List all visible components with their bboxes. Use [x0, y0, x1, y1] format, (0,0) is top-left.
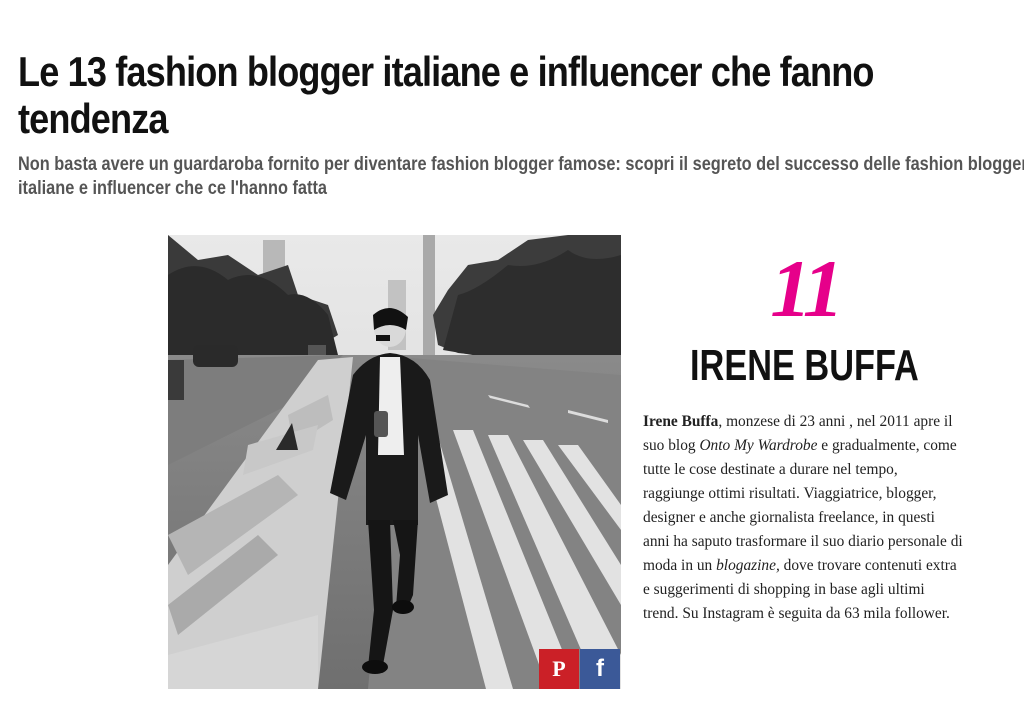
pinterest-icon: P: [552, 656, 566, 681]
bio-name: Irene Buffa: [643, 413, 719, 430]
blogger-photo[interactable]: [168, 235, 621, 689]
street-photo-illustration: [168, 235, 621, 689]
entry-number: 11: [770, 243, 843, 334]
entry-name: IRENE BUFFA: [690, 341, 919, 390]
article-subtitle: Non basta avere un guardaroba fornito pe…: [18, 154, 1024, 199]
facebook-share-button[interactable]: f: [580, 649, 620, 689]
facebook-icon: f: [596, 655, 604, 682]
entry-bio: Irene Buffa, monzese di 23 anni , nel 20…: [643, 410, 963, 626]
article-title: Le 13 fashion blogger italiane e influen…: [18, 48, 874, 142]
bio-blog-name: Onto My Wardrobe: [699, 437, 818, 454]
pinterest-share-button[interactable]: P: [539, 649, 579, 689]
bio-text-2: e gradualmente, come tutte le cose desti…: [643, 437, 963, 574]
bio-blogazine: blogazine,: [716, 557, 780, 574]
